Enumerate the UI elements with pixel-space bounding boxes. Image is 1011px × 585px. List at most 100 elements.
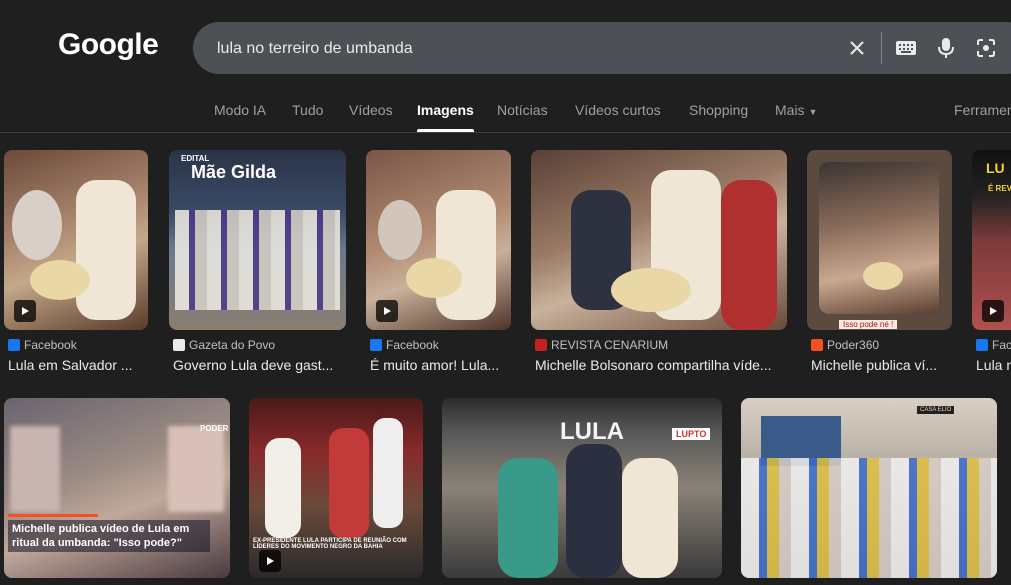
thumb-sign: CASA ELIO bbox=[917, 406, 955, 414]
group-photo-shape bbox=[175, 210, 340, 310]
blurred-panel bbox=[168, 426, 224, 512]
result-source: Facebook bbox=[370, 338, 439, 352]
tab-noticias[interactable]: Notícias bbox=[497, 102, 548, 118]
play-icon bbox=[376, 300, 398, 322]
tab-videos-curtos[interactable]: Vídeos curtos bbox=[575, 102, 661, 118]
result-title[interactable]: Michelle publica ví... bbox=[811, 357, 951, 373]
result-thumbnail[interactable]: LU É REVE bbox=[972, 150, 1011, 330]
result-thumbnail[interactable] bbox=[366, 150, 511, 330]
poder360-icon bbox=[811, 339, 823, 351]
image-result-card[interactable]: PODER Michelle publica vídeo de Lula em … bbox=[4, 398, 230, 578]
gazeta-icon bbox=[173, 339, 185, 351]
accent-bar bbox=[8, 514, 98, 517]
result-source: Facebook bbox=[8, 338, 77, 352]
search-divider bbox=[881, 32, 882, 64]
thumb-headline: EX-PRESIDENTE LULA PARTICIPA DE REUNIÃO … bbox=[253, 538, 407, 550]
thumb-headline: Michelle publica vídeo de Lula em ritual… bbox=[8, 520, 210, 552]
result-title[interactable]: É muito amor! Lula... bbox=[370, 357, 510, 373]
image-result-card[interactable]: Isso pode né ! Poder360 Michelle publica… bbox=[807, 150, 953, 380]
result-source-label: Gazeta do Povo bbox=[189, 338, 276, 352]
keyboard-icon[interactable] bbox=[894, 36, 918, 60]
figure-shape bbox=[721, 180, 777, 330]
figure-shape bbox=[498, 458, 558, 578]
tab-ferramentas[interactable]: Ferramentas bbox=[954, 102, 1011, 118]
tab-mais[interactable]: Mais ▼ bbox=[775, 102, 817, 118]
result-title[interactable]: Governo Lula deve gast... bbox=[173, 357, 345, 373]
result-title[interactable]: Lula em Salvador ... bbox=[8, 357, 148, 373]
tab-modo-ia[interactable]: Modo IA bbox=[214, 102, 266, 118]
result-thumbnail[interactable]: LULA LUPTO bbox=[442, 398, 722, 578]
active-tab-indicator bbox=[417, 129, 474, 132]
tab-shopping[interactable]: Shopping bbox=[689, 102, 748, 118]
cenarium-icon bbox=[535, 339, 547, 351]
figure-shape bbox=[436, 190, 496, 320]
tab-tudo[interactable]: Tudo bbox=[292, 102, 323, 118]
figure-shape bbox=[12, 190, 62, 260]
google-logo[interactable]: Google bbox=[58, 28, 159, 62]
thumb-mae-gilda: Mãe Gilda bbox=[191, 162, 277, 182]
result-thumbnail[interactable]: CASA ELIO bbox=[741, 398, 997, 578]
result-title[interactable]: Lula n bbox=[976, 357, 1011, 373]
tab-mais-label: Mais bbox=[775, 102, 805, 118]
figure-shape bbox=[378, 200, 422, 260]
thumb-badge: LUPTO bbox=[672, 428, 711, 440]
result-title[interactable]: Michelle Bolsonaro compartilha víde... bbox=[535, 357, 785, 373]
result-source-label: Poder360 bbox=[827, 338, 880, 352]
microphone-icon[interactable] bbox=[934, 36, 958, 60]
facebook-icon bbox=[976, 339, 988, 351]
dropdown-caret-icon: ▼ bbox=[808, 107, 818, 117]
result-source: Fac bbox=[976, 338, 1011, 352]
result-thumbnail[interactable] bbox=[531, 150, 787, 330]
image-result-card[interactable]: EX-PRESIDENTE LULA PARTICIPA DE REUNIÃO … bbox=[249, 398, 423, 578]
basket-shape bbox=[30, 260, 90, 300]
thumb-e-reve: É REVE bbox=[988, 184, 1011, 193]
result-thumbnail[interactable]: PODER Michelle publica vídeo de Lula em … bbox=[4, 398, 230, 578]
thumb-brand: PODER bbox=[200, 424, 229, 433]
result-source: Poder360 bbox=[811, 338, 879, 352]
tab-imagens[interactable]: Imagens bbox=[417, 102, 474, 118]
figure-shape bbox=[265, 438, 301, 538]
search-bar[interactable] bbox=[193, 22, 1011, 76]
figure-shape bbox=[566, 444, 622, 578]
figure-shape bbox=[373, 418, 403, 528]
image-result-card[interactable]: REVISTA CENARIUM Michelle Bolsonaro comp… bbox=[531, 150, 789, 380]
image-result-card[interactable]: LULA LUPTO bbox=[442, 398, 722, 578]
phone-screenshot-shape bbox=[819, 162, 939, 314]
basket-shape bbox=[863, 262, 903, 290]
result-source-label: Facebook bbox=[24, 338, 77, 352]
result-source: REVISTA CENARIUM bbox=[535, 338, 668, 352]
tab-videos[interactable]: Vídeos bbox=[349, 102, 393, 118]
result-thumbnail[interactable]: EDITAL Mãe Gilda bbox=[169, 150, 346, 330]
play-icon bbox=[259, 550, 281, 572]
image-result-card[interactable]: EDITAL Mãe Gilda Gazeta do Povo Governo … bbox=[169, 150, 347, 380]
basket-shape bbox=[611, 268, 691, 312]
blurred-panel bbox=[10, 426, 60, 512]
result-thumbnail[interactable]: Isso pode né ! bbox=[807, 150, 952, 330]
result-source-label: Facebook bbox=[386, 338, 439, 352]
basket-shape bbox=[406, 258, 462, 298]
figure-shape bbox=[622, 458, 678, 578]
facebook-icon bbox=[370, 339, 382, 351]
image-result-card[interactable]: Facebook Lula em Salvador ... bbox=[4, 150, 150, 380]
result-thumbnail[interactable] bbox=[4, 150, 148, 330]
thumb-sign: LULA bbox=[560, 418, 624, 445]
search-input[interactable] bbox=[215, 22, 819, 76]
thumb-lu: LU bbox=[986, 160, 1005, 176]
image-result-card[interactable]: CASA ELIO bbox=[741, 398, 997, 578]
thumb-caption: Isso pode né ! bbox=[839, 320, 898, 329]
image-result-card[interactable]: LU É REVE Fac Lula n bbox=[972, 150, 1011, 380]
result-source-label: REVISTA CENARIUM bbox=[551, 338, 669, 352]
search-tabs: Modo IA Tudo Vídeos Imagens Notícias Víd… bbox=[0, 92, 1011, 133]
facebook-icon bbox=[8, 339, 20, 351]
figure-shape bbox=[76, 180, 136, 320]
group-photo-shape bbox=[741, 458, 997, 578]
clear-icon[interactable] bbox=[845, 36, 869, 60]
lens-icon[interactable] bbox=[974, 36, 998, 60]
play-icon bbox=[982, 300, 1004, 322]
result-source-label: Fac bbox=[992, 338, 1011, 352]
play-icon bbox=[14, 300, 36, 322]
figure-shape bbox=[329, 428, 369, 538]
image-result-card[interactable]: Facebook É muito amor! Lula... bbox=[366, 150, 512, 380]
result-thumbnail[interactable]: EX-PRESIDENTE LULA PARTICIPA DE REUNIÃO … bbox=[249, 398, 423, 578]
result-source: Gazeta do Povo bbox=[173, 338, 275, 352]
